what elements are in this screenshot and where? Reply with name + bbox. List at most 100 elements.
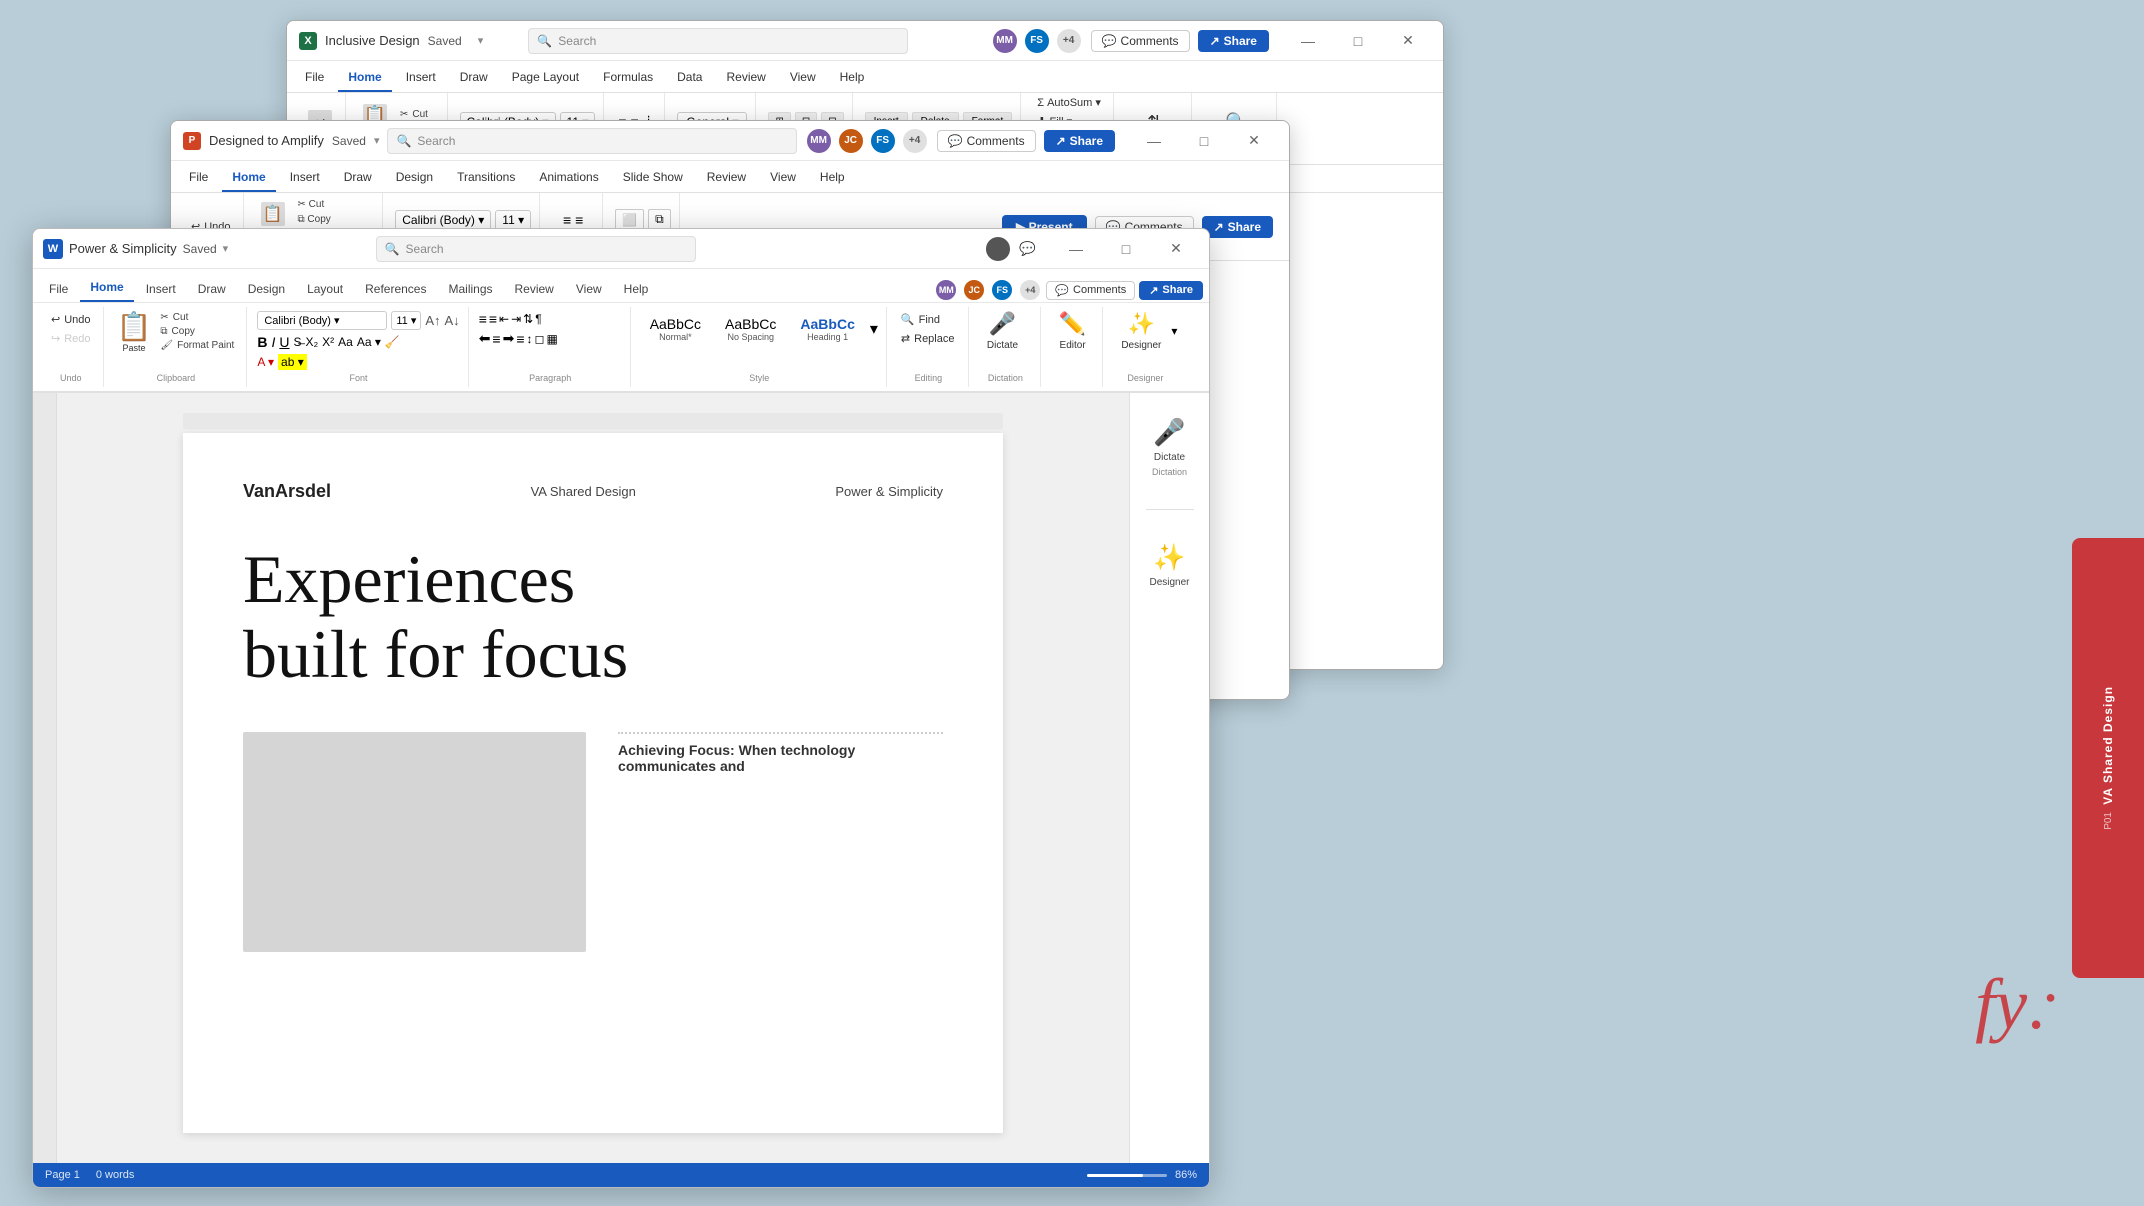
ppt-shapes-button[interactable]: ⬜ bbox=[615, 209, 644, 230]
word-tab-home[interactable]: Home bbox=[80, 274, 133, 302]
word-copy-button[interactable]: ⧉ Copy bbox=[156, 325, 238, 338]
excel-maximize-button[interactable]: □ bbox=[1335, 25, 1381, 57]
excel-tab-insert[interactable]: Insert bbox=[396, 64, 446, 92]
word-cut-button[interactable]: ✂ Cut bbox=[156, 311, 238, 324]
excel-tab-file[interactable]: File bbox=[295, 64, 334, 92]
word-style-no-spacing[interactable]: AaBbCc No Spacing bbox=[716, 311, 785, 347]
word-search-bar[interactable]: 🔍 Search bbox=[376, 236, 696, 262]
word-borders-button[interactable]: ▦ bbox=[546, 330, 557, 347]
excel-cut-button[interactable]: ✂ Cut bbox=[396, 108, 439, 121]
word-underline-button[interactable]: U bbox=[279, 334, 289, 350]
ppt-tab-design[interactable]: Design bbox=[386, 164, 443, 192]
excel-title-chevron[interactable]: ▾ bbox=[478, 34, 484, 47]
ppt-tab-insert[interactable]: Insert bbox=[280, 164, 330, 192]
ppt-cut-button[interactable]: ✂ Cut bbox=[294, 198, 375, 211]
word-paste-button[interactable]: 📋 Paste bbox=[114, 307, 155, 356]
ppt-numbering-button[interactable]: ≡ bbox=[575, 212, 583, 228]
doc-main-title[interactable]: Experiences built for focus bbox=[243, 542, 943, 692]
word-title-chevron-icon[interactable]: ▾ bbox=[223, 242, 229, 255]
word-shrink-font-button[interactable]: A↓ bbox=[445, 313, 460, 328]
excel-autosum-button[interactable]: Σ AutoSum ▾ bbox=[1033, 94, 1105, 111]
word-highlight-button[interactable]: ab ▾ bbox=[278, 354, 307, 370]
rpanel-designer-button[interactable]: ✨ Designer bbox=[1141, 534, 1197, 596]
word-zoom-slider[interactable] bbox=[1087, 1174, 1167, 1177]
word-grow-font-button[interactable]: A↑ bbox=[425, 313, 440, 328]
excel-tab-help[interactable]: Help bbox=[830, 64, 875, 92]
word-bold-button[interactable]: B bbox=[257, 334, 267, 350]
word-minimize-button[interactable]: — bbox=[1053, 233, 1099, 265]
word-tab-layout[interactable]: Layout bbox=[297, 276, 353, 302]
word-activity-button[interactable]: 💬 bbox=[1016, 238, 1039, 260]
word-tab-file[interactable]: File bbox=[39, 276, 78, 302]
word-align-center-button[interactable]: ≡ bbox=[492, 330, 500, 347]
excel-tab-review[interactable]: Review bbox=[716, 64, 775, 92]
ppt-tab-review[interactable]: Review bbox=[697, 164, 756, 192]
word-maximize-button[interactable]: □ bbox=[1103, 233, 1149, 265]
word-find-button[interactable]: 🔍 Find bbox=[897, 311, 959, 328]
word-tab-view[interactable]: View bbox=[566, 276, 612, 302]
word-italic-button[interactable]: I bbox=[271, 334, 275, 350]
excel-comments-button[interactable]: 💬 Comments bbox=[1091, 30, 1190, 52]
ppt-search-bar[interactable]: 🔍 Search bbox=[387, 128, 796, 154]
ppt-copy-button[interactable]: ⧉ Copy bbox=[294, 213, 375, 226]
word-tab-references[interactable]: References bbox=[355, 276, 436, 302]
ppt-bullet-button[interactable]: ≡ bbox=[563, 212, 571, 228]
word-style-normal[interactable]: AaBbCc Normal* bbox=[641, 311, 710, 347]
word-bullets-button[interactable]: ≡ bbox=[479, 311, 487, 327]
ppt-tab-home[interactable]: Home bbox=[222, 164, 275, 192]
word-replace-button[interactable]: ⇄ Replace bbox=[897, 330, 959, 347]
ppt-tab-view[interactable]: View bbox=[760, 164, 806, 192]
ppt-tab-file[interactable]: File bbox=[179, 164, 218, 192]
word-tab-design[interactable]: Design bbox=[238, 276, 295, 302]
word-indent-less-button[interactable]: ⇤ bbox=[499, 311, 509, 327]
ppt-tab-animations[interactable]: Animations bbox=[529, 164, 608, 192]
word-doc-scroll[interactable]: VanArsdel VA Shared Design Power & Simpl… bbox=[57, 393, 1129, 1163]
word-tab-help[interactable]: Help bbox=[614, 276, 659, 302]
ppt-font-family-dropdown[interactable]: Calibri (Body) ▾ bbox=[395, 210, 491, 230]
word-change-case-button[interactable]: Aa ▾ bbox=[357, 335, 381, 349]
word-share-button[interactable]: ↗ Share bbox=[1139, 281, 1203, 300]
word-undo-button[interactable]: ↩ Undo bbox=[47, 311, 95, 328]
word-superscript-button[interactable]: X² bbox=[322, 335, 334, 349]
word-numbering-button[interactable]: ≡ bbox=[489, 311, 497, 327]
word-clear-formatting-button[interactable]: 🧹 bbox=[385, 335, 400, 349]
word-line-spacing-button[interactable]: ↕ bbox=[527, 330, 533, 347]
word-shading-button[interactable]: ◻ bbox=[535, 330, 545, 347]
word-style-heading1[interactable]: AaBbCc Heading 1 bbox=[791, 311, 863, 347]
word-redo-button[interactable]: ↪ Redo bbox=[47, 330, 95, 347]
ppt-minimize-button[interactable]: — bbox=[1131, 125, 1177, 157]
word-designer-button[interactable]: ✨ Designer bbox=[1113, 307, 1169, 355]
excel-tab-draw[interactable]: Draw bbox=[450, 64, 498, 92]
word-tab-review[interactable]: Review bbox=[505, 276, 564, 302]
ppt-tab-draw[interactable]: Draw bbox=[334, 164, 382, 192]
rpanel-dictate-button[interactable]: 🎤 Dictate Dictation bbox=[1144, 409, 1195, 485]
word-indent-more-button[interactable]: ⇥ bbox=[511, 311, 521, 327]
word-sort-button[interactable]: ⇅ bbox=[523, 311, 533, 327]
word-clear-format-button[interactable]: Aa bbox=[338, 335, 353, 349]
ppt-close-button[interactable]: ✕ bbox=[1231, 125, 1277, 157]
excel-tab-data[interactable]: Data bbox=[667, 64, 712, 92]
ppt-comments-button[interactable]: 💬 Comments bbox=[937, 130, 1036, 152]
word-justify-button[interactable]: ≡ bbox=[516, 330, 524, 347]
word-tab-draw[interactable]: Draw bbox=[188, 276, 236, 302]
word-styles-more-button[interactable]: ▾ bbox=[870, 319, 878, 339]
word-show-formatting-button[interactable]: ¶ bbox=[535, 311, 541, 327]
ppt-arrange-button[interactable]: ⧉ bbox=[648, 209, 671, 230]
word-tab-mailings[interactable]: Mailings bbox=[438, 276, 502, 302]
word-comments-button[interactable]: 💬 Comments bbox=[1046, 281, 1135, 300]
word-align-right-button[interactable]: ➡ bbox=[503, 330, 515, 347]
chevron-down-icon[interactable]: ▾ bbox=[374, 134, 380, 147]
word-format-paint-button[interactable]: 🖌 Format Paint bbox=[156, 339, 238, 352]
ppt-tab-transitions[interactable]: Transitions bbox=[447, 164, 525, 192]
word-dictate-button[interactable]: 🎤 Dictate bbox=[979, 307, 1026, 355]
word-align-left-button[interactable]: ⬅ bbox=[479, 330, 491, 347]
word-font-family-dropdown[interactable]: Calibri (Body) ▾ bbox=[257, 311, 387, 330]
word-editor-button[interactable]: ✏️ Editor bbox=[1051, 307, 1094, 355]
ppt-font-size-dropdown[interactable]: 11 ▾ bbox=[495, 210, 531, 230]
word-font-size-dropdown[interactable]: 11 ▾ bbox=[391, 311, 421, 330]
word-tab-insert[interactable]: Insert bbox=[136, 276, 186, 302]
excel-tab-view[interactable]: View bbox=[780, 64, 826, 92]
ppt-share-btn2[interactable]: ↗ Share bbox=[1202, 216, 1273, 238]
excel-search-bar[interactable]: 🔍 Search bbox=[528, 28, 908, 54]
excel-share-button[interactable]: ↗ Share bbox=[1198, 30, 1269, 52]
